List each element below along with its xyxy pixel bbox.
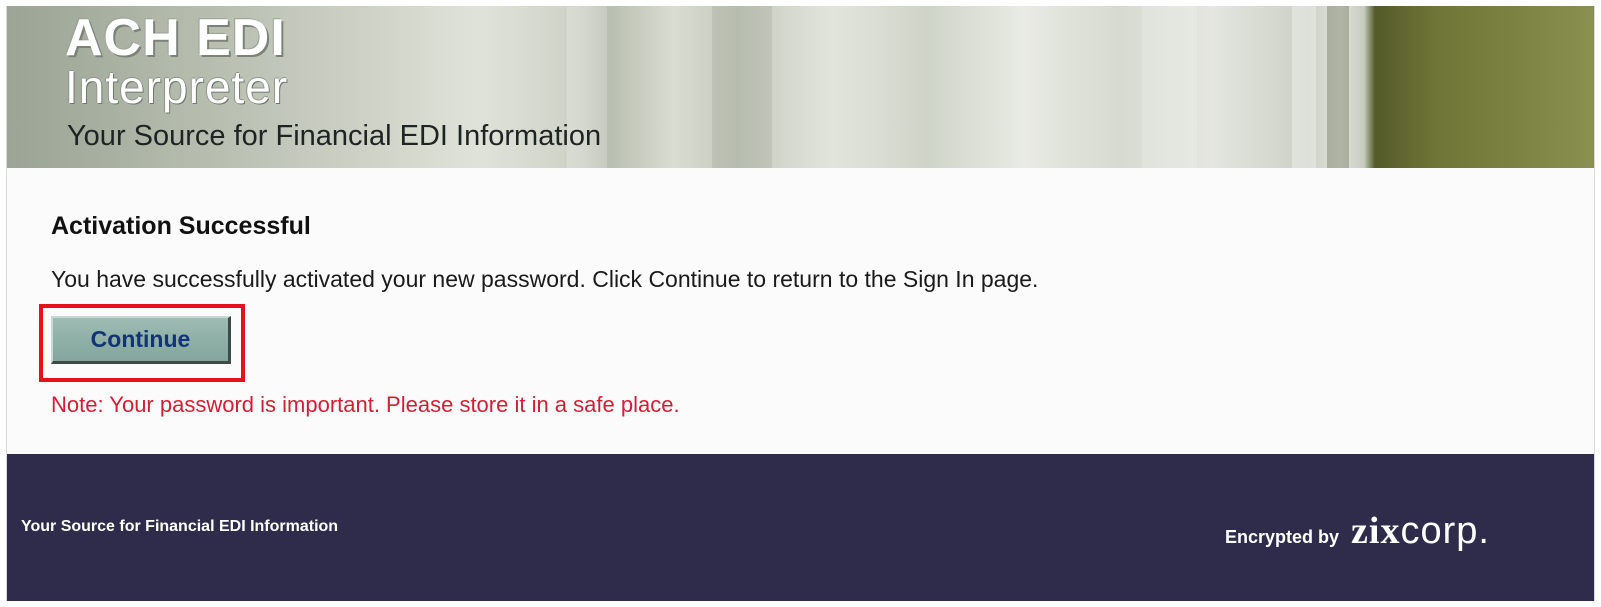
page-frame: ACH EDI Interpreter Your Source for Fina…	[6, 6, 1595, 601]
app-logo-subtitle: Interpreter	[65, 61, 289, 113]
banner-decoration	[1327, 6, 1349, 168]
encrypted-by-label: Encrypted by	[1225, 527, 1340, 547]
header-banner: ACH EDI Interpreter Your Source for Fina…	[7, 6, 1594, 168]
banner-decoration	[712, 6, 772, 168]
zixcorp-logo-part1: zix	[1351, 510, 1401, 552]
encryption-badge: Encrypted by zixcorp.	[1225, 512, 1490, 550]
continue-button[interactable]: Continue	[51, 316, 231, 364]
banner-decoration	[1292, 6, 1316, 168]
app-logo-title: ACH EDI	[65, 9, 286, 67]
banner-tagline: Your Source for Financial EDI Informatio…	[67, 120, 602, 152]
success-message: You have successfully activated your new…	[51, 266, 1039, 292]
footer-tagline: Your Source for Financial EDI Informatio…	[21, 518, 339, 535]
password-note: Note: Your password is important. Please…	[51, 392, 680, 417]
zixcorp-logo: zixcorp.	[1351, 512, 1490, 550]
banner-decoration	[1142, 6, 1197, 168]
main-content: Activation Successful You have successfu…	[7, 168, 1594, 454]
footer: Your Source for Financial EDI Informatio…	[7, 454, 1594, 601]
page-title: Activation Successful	[51, 212, 311, 240]
zixcorp-logo-part2: corp.	[1400, 510, 1490, 552]
